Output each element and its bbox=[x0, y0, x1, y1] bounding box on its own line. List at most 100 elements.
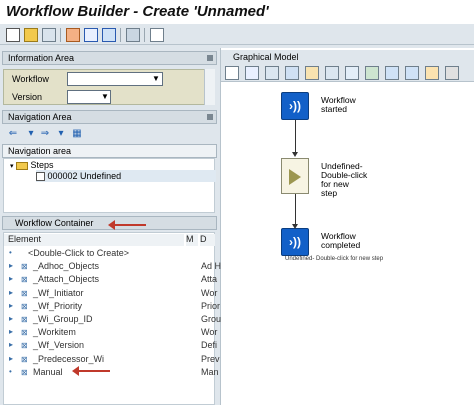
object-icon: ⊠ bbox=[21, 288, 28, 298]
chevron-down-icon[interactable]: ▼ bbox=[150, 73, 162, 85]
new-icon[interactable] bbox=[225, 66, 239, 80]
navigation-area-header: Navigation Area bbox=[2, 110, 217, 124]
collapse-icon[interactable]: ▾ bbox=[10, 163, 14, 170]
graphical-model-toolbar bbox=[221, 64, 474, 82]
row-description: Prior bbox=[201, 300, 221, 311]
event-node[interactable]: ›)) bbox=[281, 228, 309, 256]
table-row[interactable]: _Wf_Initiator bbox=[33, 288, 84, 298]
step-icon bbox=[36, 172, 45, 182]
forward-icon[interactable]: ⇒ bbox=[38, 127, 52, 140]
annotation-arrow bbox=[72, 366, 110, 376]
settings-icon[interactable] bbox=[445, 66, 459, 80]
tree-node-steps[interactable]: ▾ Steps bbox=[10, 160, 54, 170]
collapse-icon[interactable] bbox=[207, 114, 213, 120]
table-row[interactable]: <Double-Click to Create> bbox=[28, 248, 129, 258]
print-icon[interactable] bbox=[126, 28, 140, 42]
chevron-down-icon[interactable]: ▾ bbox=[54, 127, 68, 140]
step-icon bbox=[289, 169, 301, 185]
expand-icon[interactable]: ▸ bbox=[9, 314, 13, 323]
table-row[interactable]: _Predecessor_Wi bbox=[33, 354, 104, 364]
main-toolbar bbox=[0, 25, 474, 45]
object-icon: ⊠ bbox=[21, 301, 28, 311]
copy-icon[interactable] bbox=[325, 66, 339, 80]
table-row[interactable]: _Wf_Version bbox=[33, 340, 84, 350]
workflow-field[interactable] bbox=[67, 72, 163, 86]
structure-icon[interactable]: ▦ bbox=[70, 127, 84, 140]
undo-icon[interactable] bbox=[385, 66, 399, 80]
redo-icon[interactable] bbox=[405, 66, 419, 80]
tree-node-undefined[interactable]: 000002 Undefined bbox=[36, 171, 121, 182]
open-icon[interactable] bbox=[24, 28, 38, 42]
folder-icon bbox=[16, 161, 29, 170]
event-icon: ›)) bbox=[289, 99, 301, 113]
edge-label: Undefined- Double-click for new step bbox=[285, 256, 384, 262]
navigation-area-title: Navigation Area bbox=[8, 112, 72, 122]
object-icon: ⊠ bbox=[21, 262, 28, 272]
table-row[interactable]: _Workitem bbox=[33, 327, 76, 337]
info-scrollbar[interactable] bbox=[204, 69, 215, 105]
object-icon: ⊠ bbox=[21, 367, 28, 377]
collapse-icon[interactable] bbox=[207, 55, 213, 61]
node-label: step bbox=[321, 188, 338, 198]
edit-icon[interactable] bbox=[84, 28, 98, 42]
version-label: Version bbox=[12, 92, 43, 102]
undefined-step-node[interactable] bbox=[281, 158, 309, 194]
expand-icon[interactable]: ▸ bbox=[9, 301, 13, 310]
event-icon: ›)) bbox=[289, 235, 301, 249]
tree-node-label: Steps bbox=[30, 160, 54, 170]
object-icon: ⊠ bbox=[21, 354, 28, 364]
expand-icon[interactable]: ▸ bbox=[9, 261, 13, 270]
expand-icon[interactable]: ▸ bbox=[9, 274, 13, 283]
row-description: Atta bbox=[201, 274, 218, 285]
row-description: Prev bbox=[201, 353, 220, 364]
row-description: Wor bbox=[201, 327, 218, 338]
row-description: Grou bbox=[201, 314, 222, 324]
row-description: Ad H bbox=[201, 261, 222, 272]
node-label: completed bbox=[321, 240, 361, 250]
expand-icon[interactable]: ▸ bbox=[9, 327, 13, 336]
expand-icon[interactable]: ▸ bbox=[9, 288, 13, 297]
table-row[interactable]: _Attach_Objects bbox=[33, 274, 99, 284]
copy-icon[interactable] bbox=[265, 66, 279, 80]
expand-icon[interactable]: • bbox=[9, 248, 12, 257]
table-row[interactable]: _Wi_Group_ID bbox=[33, 314, 93, 324]
toolbar-separator bbox=[60, 28, 61, 42]
chevron-down-icon[interactable]: ▼ bbox=[99, 91, 111, 103]
navigation-tree-title: Navigation area bbox=[8, 146, 72, 156]
new-icon[interactable] bbox=[6, 28, 20, 42]
navigation-tree-header: Navigation area bbox=[2, 144, 217, 158]
object-icon: ⊠ bbox=[21, 275, 28, 285]
back-icon[interactable]: ⇐ bbox=[6, 127, 20, 140]
connector-arrowhead bbox=[292, 224, 298, 229]
expand-icon[interactable]: ▸ bbox=[9, 354, 13, 363]
column-header-d[interactable]: D bbox=[200, 234, 215, 246]
object-icon: ⊠ bbox=[21, 341, 28, 351]
event-node[interactable]: ›)) bbox=[281, 92, 309, 120]
cut-icon[interactable] bbox=[305, 66, 319, 80]
column-header-element[interactable]: Element bbox=[4, 234, 184, 246]
table-row[interactable]: _Wf_Priority bbox=[33, 301, 82, 311]
zoom-icon[interactable] bbox=[425, 66, 439, 80]
toolbar-separator bbox=[120, 28, 121, 42]
activate-icon[interactable] bbox=[66, 28, 80, 42]
table-row[interactable]: Manual bbox=[33, 367, 63, 377]
expand-icon[interactable]: ▸ bbox=[9, 340, 13, 349]
insert-icon[interactable] bbox=[365, 66, 379, 80]
layout-icon[interactable] bbox=[150, 28, 164, 42]
connector-line bbox=[295, 194, 296, 224]
edit-icon[interactable] bbox=[245, 66, 259, 80]
graphical-model-header: Graphical Model bbox=[221, 50, 474, 64]
row-description: Wor bbox=[201, 287, 218, 298]
sync-icon[interactable] bbox=[102, 28, 116, 42]
graphical-model-panel: Graphical Model ›)) Workflow started Undefi… bbox=[220, 48, 474, 405]
paste-icon[interactable] bbox=[345, 66, 359, 80]
table-row[interactable]: _Adhoc_Objects bbox=[33, 261, 99, 271]
expand-icon[interactable]: • bbox=[9, 367, 12, 376]
delete-icon[interactable] bbox=[285, 66, 299, 80]
connector-arrowhead bbox=[292, 152, 298, 157]
workflow-container-title: Workflow Container bbox=[15, 218, 94, 228]
row-description: Defi bbox=[201, 340, 218, 351]
other-icon[interactable] bbox=[42, 28, 56, 42]
column-header-m[interactable]: M bbox=[186, 234, 198, 246]
chevron-down-icon[interactable]: ▾ bbox=[24, 127, 38, 140]
